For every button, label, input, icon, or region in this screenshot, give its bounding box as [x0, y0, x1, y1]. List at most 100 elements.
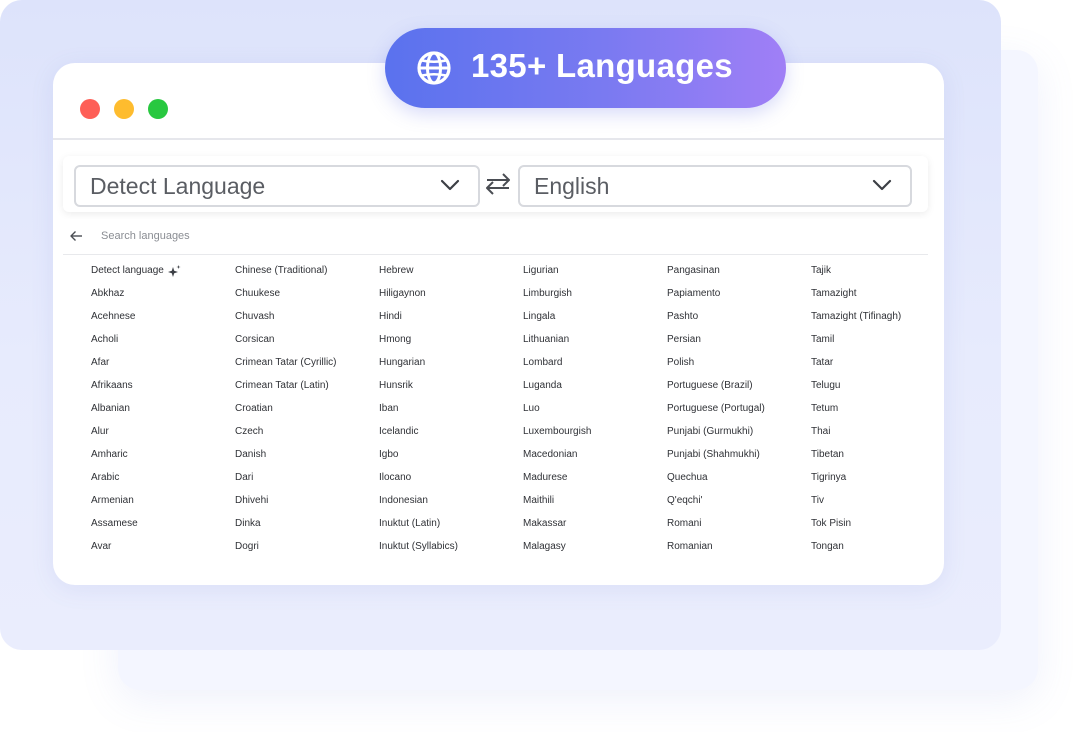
- language-option[interactable]: Amharic: [91, 447, 235, 463]
- language-option-label: Persian: [667, 334, 701, 345]
- language-option[interactable]: Quechua: [667, 470, 811, 486]
- language-option-label: Hunsrik: [379, 380, 413, 391]
- language-option[interactable]: Detect language: [91, 263, 235, 279]
- language-option[interactable]: Inuktut (Latin): [379, 516, 523, 532]
- swap-arrows-icon[interactable]: [484, 172, 512, 196]
- languages-count-badge: 135+ Languages: [385, 28, 786, 108]
- language-option[interactable]: Chuvash: [235, 309, 379, 325]
- language-option[interactable]: Hunsrik: [379, 378, 523, 394]
- language-option[interactable]: Madurese: [523, 470, 667, 486]
- language-option[interactable]: Tetum: [811, 401, 944, 417]
- language-option[interactable]: Ilocano: [379, 470, 523, 486]
- language-option[interactable]: Czech: [235, 424, 379, 440]
- language-option[interactable]: Armenian: [91, 493, 235, 509]
- back-arrow-icon[interactable]: [69, 229, 83, 243]
- language-option[interactable]: Lingala: [523, 309, 667, 325]
- language-option[interactable]: Acholi: [91, 332, 235, 348]
- language-option[interactable]: Tigrinya: [811, 470, 944, 486]
- language-option-label: Amharic: [91, 449, 128, 460]
- language-option[interactable]: Dogri: [235, 539, 379, 555]
- language-option[interactable]: Makassar: [523, 516, 667, 532]
- language-option[interactable]: Luganda: [523, 378, 667, 394]
- language-option-label: Thai: [811, 426, 831, 437]
- language-option[interactable]: Alur: [91, 424, 235, 440]
- language-option[interactable]: Punjabi (Gurmukhi): [667, 424, 811, 440]
- language-option[interactable]: Portuguese (Brazil): [667, 378, 811, 394]
- language-option[interactable]: Dinka: [235, 516, 379, 532]
- language-option[interactable]: Ligurian: [523, 263, 667, 279]
- language-option[interactable]: Inuktut (Syllabics): [379, 539, 523, 555]
- language-option-label: Igbo: [379, 449, 399, 460]
- language-option-label: Hiligaynon: [379, 288, 426, 299]
- language-option[interactable]: Hmong: [379, 332, 523, 348]
- language-option[interactable]: Tok Pisin: [811, 516, 944, 532]
- language-option[interactable]: Albanian: [91, 401, 235, 417]
- language-option[interactable]: Q'eqchi': [667, 493, 811, 509]
- language-option-label: Luo: [523, 403, 540, 414]
- language-option-label: Albanian: [91, 403, 130, 414]
- language-option-label: Telugu: [811, 380, 841, 391]
- target-language-select[interactable]: English: [518, 165, 912, 207]
- language-option[interactable]: Dhivehi: [235, 493, 379, 509]
- language-option[interactable]: Afrikaans: [91, 378, 235, 394]
- language-option[interactable]: Abkhaz: [91, 286, 235, 302]
- language-option[interactable]: Tamazight: [811, 286, 944, 302]
- language-option[interactable]: Punjabi (Shahmukhi): [667, 447, 811, 463]
- language-option[interactable]: Afar: [91, 355, 235, 371]
- language-option[interactable]: Corsican: [235, 332, 379, 348]
- language-option[interactable]: Igbo: [379, 447, 523, 463]
- close-window-button[interactable]: [80, 99, 100, 119]
- language-option[interactable]: Chinese (Traditional): [235, 263, 379, 279]
- language-option[interactable]: Iban: [379, 401, 523, 417]
- language-option[interactable]: Romani: [667, 516, 811, 532]
- language-option[interactable]: Portuguese (Portugal): [667, 401, 811, 417]
- language-option[interactable]: Crimean Tatar (Latin): [235, 378, 379, 394]
- language-option[interactable]: Lithuanian: [523, 332, 667, 348]
- language-option[interactable]: Persian: [667, 332, 811, 348]
- language-option[interactable]: Acehnese: [91, 309, 235, 325]
- language-option[interactable]: Polish: [667, 355, 811, 371]
- language-option[interactable]: Tatar: [811, 355, 944, 371]
- language-option[interactable]: Tiv: [811, 493, 944, 509]
- language-option[interactable]: Chuukese: [235, 286, 379, 302]
- language-option[interactable]: Avar: [91, 539, 235, 555]
- language-option[interactable]: Assamese: [91, 516, 235, 532]
- source-language-select[interactable]: Detect Language: [74, 165, 480, 207]
- language-option[interactable]: Pashto: [667, 309, 811, 325]
- language-option-label: Luxembourgish: [523, 426, 592, 437]
- language-option[interactable]: Thai: [811, 424, 944, 440]
- maximize-window-button[interactable]: [148, 99, 168, 119]
- language-option[interactable]: Hungarian: [379, 355, 523, 371]
- language-option[interactable]: Crimean Tatar (Cyrillic): [235, 355, 379, 371]
- language-option[interactable]: Icelandic: [379, 424, 523, 440]
- language-option[interactable]: Tamazight (Tifinagh): [811, 309, 944, 325]
- language-option[interactable]: Pangasinan: [667, 263, 811, 279]
- language-option[interactable]: Luo: [523, 401, 667, 417]
- language-option[interactable]: Maithili: [523, 493, 667, 509]
- language-option[interactable]: Hebrew: [379, 263, 523, 279]
- language-option[interactable]: Tongan: [811, 539, 944, 555]
- search-languages-input[interactable]: [101, 225, 701, 247]
- language-option[interactable]: Romanian: [667, 539, 811, 555]
- language-option[interactable]: Arabic: [91, 470, 235, 486]
- language-option[interactable]: Hindi: [379, 309, 523, 325]
- language-option[interactable]: Lombard: [523, 355, 667, 371]
- language-option[interactable]: Papiamento: [667, 286, 811, 302]
- language-option[interactable]: Tajik: [811, 263, 944, 279]
- language-option-label: Inuktut (Latin): [379, 518, 441, 529]
- language-option[interactable]: Limburgish: [523, 286, 667, 302]
- language-option[interactable]: Tibetan: [811, 447, 944, 463]
- language-option-label: Hindi: [379, 311, 402, 322]
- language-option[interactable]: Dari: [235, 470, 379, 486]
- language-option[interactable]: Danish: [235, 447, 379, 463]
- language-option[interactable]: Tamil: [811, 332, 944, 348]
- language-option[interactable]: Hiligaynon: [379, 286, 523, 302]
- language-option[interactable]: Macedonian: [523, 447, 667, 463]
- language-option[interactable]: Indonesian: [379, 493, 523, 509]
- language-option[interactable]: Luxembourgish: [523, 424, 667, 440]
- language-option-label: Alur: [91, 426, 109, 437]
- language-option[interactable]: Telugu: [811, 378, 944, 394]
- language-option[interactable]: Malagasy: [523, 539, 667, 555]
- minimize-window-button[interactable]: [114, 99, 134, 119]
- language-option[interactable]: Croatian: [235, 401, 379, 417]
